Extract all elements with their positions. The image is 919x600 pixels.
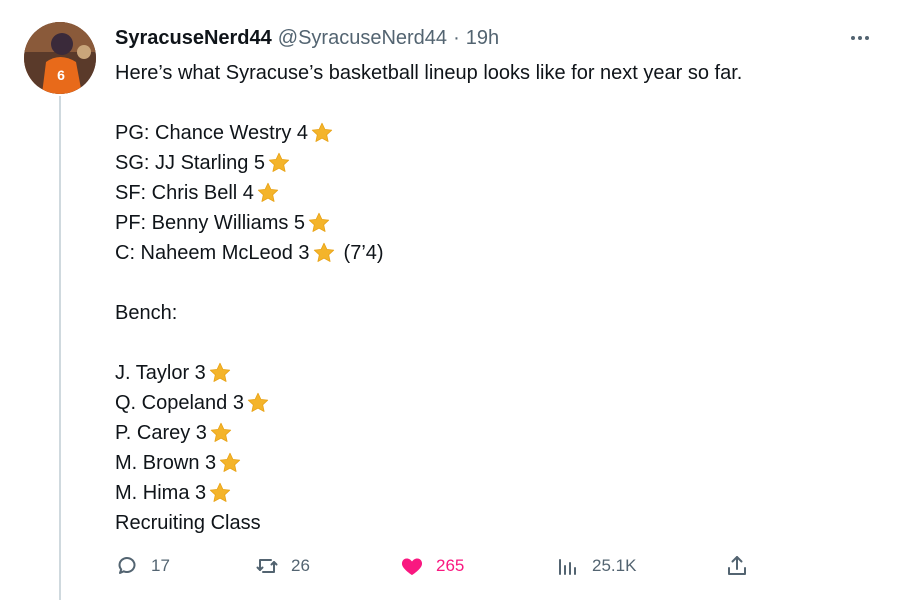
retweet-button[interactable]: 26 [255,554,310,578]
more-options-icon[interactable] [846,26,874,50]
tweet-line: P. Carey 3 [115,418,742,448]
share-button[interactable] [725,554,749,578]
display-name[interactable]: SyracuseNerd44 [115,27,272,50]
tweet-text: Here’s what Syracuse’s basketball lineup… [115,58,742,538]
tweet-line-text: SF: Chris Bell 4 [115,182,254,204]
tweet-line: SF: Chris Bell 4 [115,178,742,208]
tweet-line-extra: (7’4) [343,242,384,264]
tweet-line-text: SG: JJ Starling 5 [115,152,266,174]
reply-button[interactable]: 17 [115,554,170,578]
star-emoji-icon [312,241,336,265]
tweet-line-text: Q. Copeland 3 [115,392,244,414]
separator-dot: · [453,26,460,49]
tweet-line-text: Recruiting Class [115,512,261,534]
like-count: 265 [436,556,465,575]
views-count: 25.1K [592,556,637,575]
tweet-header: SyracuseNerd44 @SyracuseNerd44 · 19h [115,24,499,52]
heart-filled-icon [400,554,424,578]
avatar[interactable]: 6 [24,22,96,94]
views-button[interactable]: 25.1K [556,554,636,578]
svg-text:6: 6 [57,67,65,83]
views-icon [556,554,580,578]
tweet-line-text: C: Naheem McLeod 3 [115,242,310,264]
reply-icon [115,554,139,578]
star-emoji-icon [256,181,280,205]
star-emoji-icon [267,151,291,175]
retweet-icon [255,554,279,578]
share-icon [725,554,749,578]
thread-line [59,96,61,600]
tweet-line: Here’s what Syracuse’s basketball lineup… [115,58,742,88]
reply-count: 17 [151,556,170,575]
tweet-line-text: J. Taylor 3 [115,362,206,384]
tweet-line-text: Bench: [115,302,178,324]
tweet-line: Bench: [115,298,742,328]
tweet-line: PF: Benny Williams 5 [115,208,742,238]
star-emoji-icon [208,361,232,385]
tweet-line: Q. Copeland 3 [115,388,742,418]
tweet-line-text: PG: Chance Westry 4 [115,122,309,144]
tweet-line-text: M. Brown 3 [115,452,217,474]
tweet-line: C: Naheem McLeod 3 (7’4) [115,238,742,268]
star-emoji-icon [218,451,242,475]
tweet-line: J. Taylor 3 [115,358,742,388]
tweet-line: SG: JJ Starling 5 [115,148,742,178]
star-emoji-icon [208,481,232,505]
star-emoji-icon [310,121,334,145]
timestamp[interactable]: 19h [466,27,499,50]
user-handle[interactable]: @SyracuseNerd44 [278,27,447,50]
tweet-line: Recruiting Class [115,508,742,538]
avatar-image: 6 [24,22,96,94]
like-button[interactable]: 265 [400,554,464,578]
tweet-line: M. Hima 3 [115,478,742,508]
tweet-line-text: PF: Benny Williams 5 [115,212,306,234]
star-emoji-icon [246,391,270,415]
tweet-line: M. Brown 3 [115,448,742,478]
tweet-line-text: M. Hima 3 [115,482,207,504]
star-emoji-icon [307,211,331,235]
tweet-line-text: Here’s what Syracuse’s basketball lineup… [115,62,743,84]
retweet-count: 26 [291,556,310,575]
star-emoji-icon [209,421,233,445]
tweet-line-text: P. Carey 3 [115,422,207,444]
tweet-line: PG: Chance Westry 4 [115,118,742,148]
